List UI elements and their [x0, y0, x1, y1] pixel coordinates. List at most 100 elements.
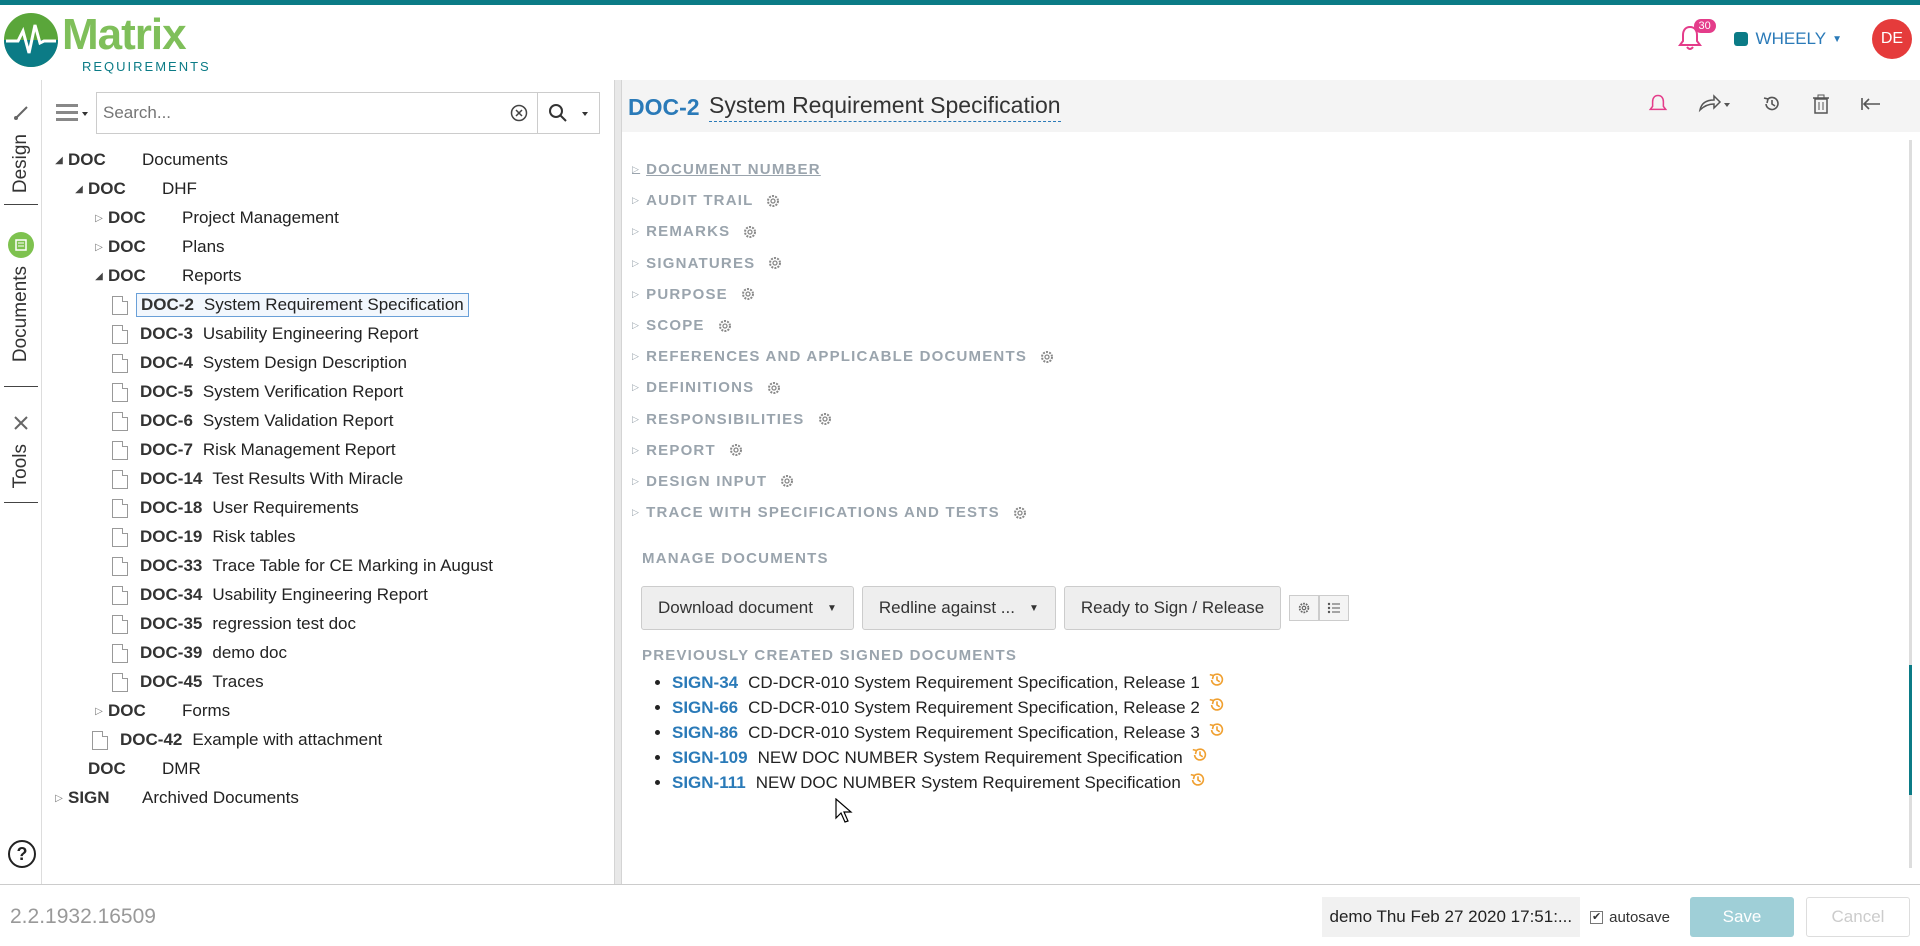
delete-icon[interactable]: [1812, 94, 1830, 114]
gear-icon[interactable]: [1039, 349, 1055, 365]
collapsed-arrow-icon[interactable]: ▷: [90, 706, 108, 717]
document-icon: [112, 498, 128, 518]
tree-item[interactable]: DOC-34 Usability Engineering Report: [112, 582, 432, 608]
ready-to-sign-button[interactable]: Ready to Sign / Release: [1063, 586, 1282, 630]
document-id[interactable]: DOC-2: [628, 94, 700, 121]
tree-item[interactable]: DOC-3 Usability Engineering Report: [112, 321, 422, 347]
expanded-arrow-icon[interactable]: ◢: [70, 184, 88, 195]
tree-node-archived-documents[interactable]: ▷ SIGN Archived Documents: [50, 785, 299, 811]
notifications-bell-icon[interactable]: 30: [1677, 19, 1716, 53]
tree-node-forms[interactable]: ▷ DOC Forms: [90, 698, 230, 724]
history-icon[interactable]: [1208, 671, 1226, 696]
checkbox-checked-icon[interactable]: ✔: [1590, 910, 1604, 924]
collapsed-arrow-icon[interactable]: ▷: [90, 213, 108, 224]
gear-icon[interactable]: [742, 224, 758, 240]
expanded-arrow-icon[interactable]: ◢: [50, 155, 68, 166]
tree-node-project-management[interactable]: ▷ DOC Project Management: [90, 205, 339, 231]
tree-item[interactable]: DOC-5 System Verification Report: [112, 379, 407, 405]
section-remarks[interactable]: ▷ REMARKS: [632, 216, 1055, 247]
history-icon[interactable]: [1191, 746, 1209, 771]
tree-menu-button[interactable]: [50, 92, 96, 134]
tree-node-plans[interactable]: ▷ DOC Plans: [90, 234, 224, 260]
section-document-number[interactable]: ▷ DOCUMENT NUMBER: [632, 154, 1055, 185]
left-sidebar: Design Documents Tools ?: [0, 80, 42, 884]
gear-icon[interactable]: [717, 318, 733, 334]
autosave-toggle[interactable]: ✔ autosave: [1590, 909, 1670, 926]
matrix-logo[interactable]: Matrix REQUIREMENTS: [4, 13, 211, 74]
clear-search-icon[interactable]: [501, 104, 537, 122]
tree-item[interactable]: DOC-2 System Requirement Specification: [112, 292, 469, 318]
history-icon[interactable]: [1208, 721, 1226, 746]
tree-item[interactable]: DOC-42 Example with attachment: [92, 727, 386, 753]
tree-item[interactable]: DOC-18 User Requirements: [112, 495, 363, 521]
tree-item-label: demo doc: [212, 643, 288, 662]
tree-node-dhf[interactable]: ◢ DOC DHF: [70, 176, 197, 202]
section-report[interactable]: ▷ REPORT: [632, 435, 1055, 466]
scrollbar-thumb[interactable]: [1909, 665, 1912, 795]
tab-tools[interactable]: Tools: [0, 410, 42, 488]
share-icon[interactable]: [1698, 94, 1732, 114]
section-design-input[interactable]: ▷ DESIGN INPUT: [632, 466, 1055, 497]
search-button[interactable]: [538, 92, 600, 134]
help-icon[interactable]: ?: [8, 840, 36, 868]
user-avatar[interactable]: DE: [1872, 19, 1912, 59]
tree-item[interactable]: DOC-35 regression test doc: [112, 611, 360, 637]
watch-bell-icon[interactable]: [1648, 94, 1668, 114]
download-document-button[interactable]: Download document ▼: [641, 586, 854, 630]
section-purpose[interactable]: ▷ PURPOSE: [632, 279, 1055, 310]
notification-count-badge: 30: [1693, 19, 1716, 33]
collapsed-arrow-icon[interactable]: ▷: [90, 242, 108, 253]
tree-item[interactable]: DOC-19 Risk tables: [112, 524, 300, 550]
section-responsibilities[interactable]: ▷ RESPONSIBILITIES: [632, 404, 1055, 435]
tab-design[interactable]: Design: [0, 100, 42, 193]
project-selector[interactable]: WHEELY ▼: [1733, 29, 1842, 49]
redline-against-button[interactable]: Redline against ... ▼: [861, 586, 1056, 630]
section-trace[interactable]: ▷ TRACE WITH SPECIFICATIONS AND TESTS: [632, 497, 1055, 528]
signed-doc-link[interactable]: SIGN-86: [672, 723, 738, 742]
tree-node-label: Forms: [182, 701, 231, 720]
tree-item[interactable]: DOC-7 Risk Management Report: [112, 437, 400, 463]
collapsed-arrow-icon[interactable]: ▷: [50, 793, 68, 804]
gear-icon[interactable]: [779, 473, 795, 489]
history-icon[interactable]: [1762, 94, 1782, 114]
gear-icon[interactable]: [817, 411, 833, 427]
expanded-arrow-icon[interactable]: ◢: [90, 271, 108, 282]
tree-node-dmr[interactable]: DOC DMR: [70, 756, 201, 782]
tab-documents[interactable]: Documents: [0, 232, 42, 362]
gear-icon[interactable]: [767, 255, 783, 271]
section-definitions[interactable]: ▷ DEFINITIONS: [632, 372, 1055, 403]
panel-splitter[interactable]: [614, 80, 622, 884]
vertical-scrollbar[interactable]: [1909, 140, 1912, 868]
gear-icon[interactable]: [766, 380, 782, 396]
tree-item[interactable]: DOC-6 System Validation Report: [112, 408, 397, 434]
list-view-button[interactable]: [1319, 595, 1350, 621]
gear-icon[interactable]: [740, 286, 756, 302]
gear-icon[interactable]: [1012, 505, 1028, 521]
tree-node-documents[interactable]: ◢ DOC Documents: [50, 147, 228, 173]
section-audit-trail[interactable]: ▷ AUDIT TRAIL: [632, 185, 1055, 216]
section-signatures[interactable]: ▷ SIGNATURES: [632, 248, 1055, 279]
tree-item[interactable]: DOC-33 Trace Table for CE Marking in Augu…: [112, 553, 497, 579]
collapse-panel-icon[interactable]: [1860, 96, 1882, 112]
tree-node-reports[interactable]: ◢ DOC Reports: [90, 263, 241, 289]
signed-doc-link[interactable]: SIGN-109: [672, 748, 748, 767]
cancel-button[interactable]: Cancel: [1806, 897, 1910, 937]
tree-item[interactable]: DOC-39 demo doc: [112, 640, 291, 666]
search-input[interactable]: [97, 94, 501, 132]
section-references[interactable]: ▷ REFERENCES AND APPLICABLE DOCUMENTS: [632, 341, 1055, 372]
signed-doc-link[interactable]: SIGN-34: [672, 673, 738, 692]
gear-icon[interactable]: [765, 193, 781, 209]
settings-gear-button[interactable]: [1289, 595, 1320, 621]
tree-item[interactable]: DOC-45 Traces: [112, 669, 268, 695]
save-button[interactable]: Save: [1690, 897, 1794, 937]
history-icon[interactable]: [1189, 771, 1207, 796]
signed-doc-link[interactable]: SIGN-66: [672, 698, 738, 717]
document-title[interactable]: System Requirement Specification: [709, 92, 1061, 122]
section-scope[interactable]: ▷ SCOPE: [632, 310, 1055, 341]
selected-tree-item[interactable]: DOC-2 System Requirement Specification: [136, 293, 469, 317]
gear-icon[interactable]: [728, 442, 744, 458]
history-icon[interactable]: [1208, 696, 1226, 721]
tree-item[interactable]: DOC-14 Test Results With Miracle: [112, 466, 407, 492]
signed-doc-link[interactable]: SIGN-111: [672, 773, 746, 792]
tree-item[interactable]: DOC-4 System Design Description: [112, 350, 411, 376]
